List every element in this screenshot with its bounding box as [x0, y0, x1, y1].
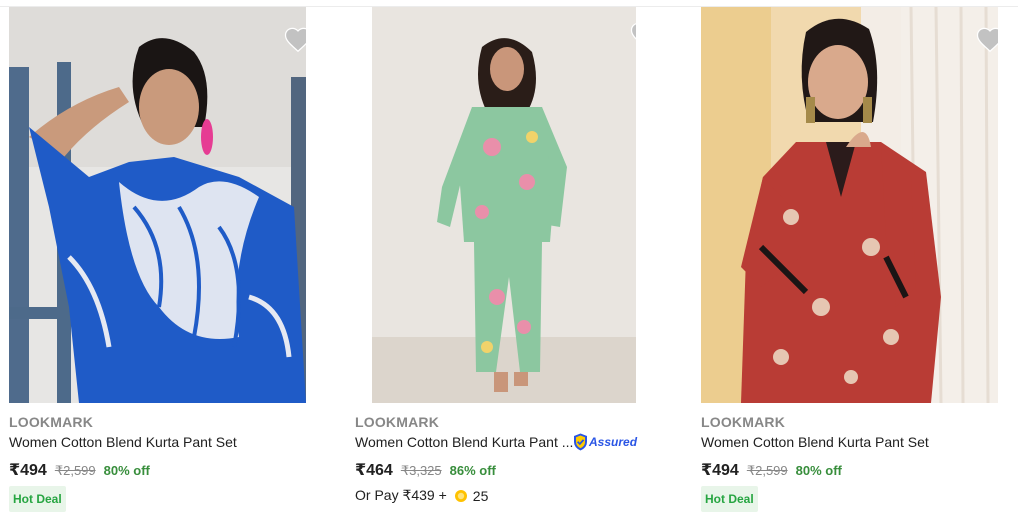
price-row: ₹494 ₹2,599 80% off	[9, 460, 150, 480]
product-title[interactable]: Women Cotton Blend Kurta Pant Set	[701, 434, 929, 450]
discount-percent: 86% off	[449, 463, 496, 478]
hot-deal-badge: Hot Deal	[701, 486, 758, 512]
original-price: ₹2,599	[746, 463, 788, 478]
discount-percent: 80% off	[795, 463, 842, 478]
product-image[interactable]	[9, 7, 306, 403]
product-brand: LOOKMARK	[701, 414, 786, 430]
original-price: ₹2,599	[54, 463, 96, 478]
selling-price: ₹494	[701, 462, 739, 479]
wishlist-heart-icon[interactable]	[975, 25, 998, 55]
supercoin-offer: Or Pay ₹439 + 25	[355, 487, 488, 504]
product-image[interactable]	[372, 7, 636, 403]
product-title[interactable]: Women Cotton Blend Kurta Pant Set	[9, 434, 237, 450]
product-card[interactable]: LOOKMARK Women Cotton Blend Kurta Pant S…	[701, 0, 1018, 515]
discount-percent: 80% off	[103, 463, 150, 478]
assured-label: Assured	[589, 435, 638, 449]
selling-price: ₹494	[9, 462, 47, 479]
price-row: ₹494 ₹2,599 80% off	[701, 460, 842, 480]
product-brand: LOOKMARK	[355, 414, 440, 430]
product-title[interactable]: Women Cotton Blend Kurta Pant ...	[355, 434, 573, 450]
product-card[interactable]: LOOKMARK Women Cotton Blend Kurta Pant .…	[355, 0, 675, 515]
wishlist-heart-icon[interactable]	[629, 20, 636, 50]
product-brand: LOOKMARK	[9, 414, 94, 430]
product-image[interactable]	[701, 7, 998, 403]
assured-badge: Assured	[573, 433, 637, 451]
hot-deal-badge: Hot Deal	[9, 486, 66, 512]
product-card[interactable]: LOOKMARK Women Cotton Blend Kurta Pant S…	[9, 0, 329, 515]
assured-shield-icon	[574, 433, 587, 451]
supercoin-icon	[454, 489, 467, 502]
original-price: ₹3,325	[400, 463, 442, 478]
selling-price: ₹464	[355, 462, 393, 479]
wishlist-heart-icon[interactable]	[283, 25, 306, 55]
supercoin-count: 25	[472, 487, 489, 504]
price-row: ₹464 ₹3,325 86% off	[355, 460, 496, 480]
pay-with-coins-text: Or Pay ₹439 +	[355, 487, 447, 503]
